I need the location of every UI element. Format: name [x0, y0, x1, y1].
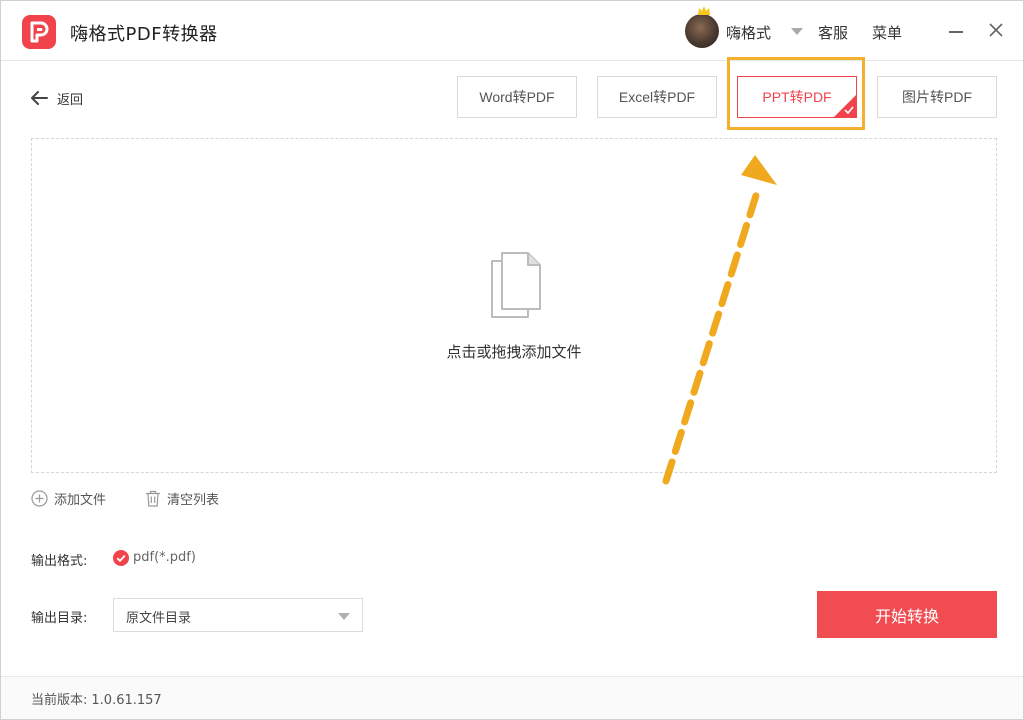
clear-list-label: 清空列表 [167, 492, 220, 508]
drop-hint: 点击或拖拽添加文件 [446, 343, 582, 361]
tab-excel-to-pdf[interactable]: Excel转PDF [597, 76, 717, 118]
chevron-down-icon[interactable] [791, 28, 803, 35]
customer-service-button[interactable]: 客服 [818, 22, 848, 43]
add-file-label: 添加文件 [54, 492, 107, 508]
output-dir-select[interactable]: 原文件目录 [113, 598, 363, 632]
check-circle-icon [113, 550, 129, 566]
back-label: 返回 [57, 92, 84, 108]
app-logo-icon [22, 15, 56, 49]
output-dir-label: 输出目录: [31, 611, 88, 626]
minimize-icon[interactable] [949, 21, 965, 41]
version-info: 当前版本: 1.0.61.157 [31, 689, 162, 708]
back-button[interactable]: 返回 [29, 87, 83, 109]
crown-icon [698, 6, 710, 15]
output-format-label: 输出格式: [31, 554, 88, 569]
version-value: 1.0.61.157 [91, 693, 162, 708]
tab-image-to-pdf[interactable]: 图片转PDF [877, 76, 997, 118]
file-copy-icon [491, 252, 541, 318]
trash-icon [146, 490, 160, 507]
tab-highlight-annotation [727, 57, 865, 130]
username[interactable]: 嗨格式 [726, 22, 771, 43]
menu-button[interactable]: 菜单 [872, 22, 902, 43]
output-dir-value: 原文件目录 [126, 611, 192, 626]
title-bar: 嗨格式PDF转换器 嗨格式 客服 菜单 [1, 1, 1023, 61]
footer: 当前版本: 1.0.61.157 [1, 676, 1023, 719]
start-convert-button[interactable]: 开始转换 [817, 591, 997, 638]
clear-list-button[interactable]: 清空列表 [145, 488, 219, 508]
chevron-down-icon [338, 613, 350, 620]
output-format-value: pdf(*.pdf) [133, 550, 196, 565]
app-title: 嗨格式PDF转换器 [70, 24, 218, 45]
file-drop-zone[interactable]: 点击或拖拽添加文件 [31, 138, 997, 473]
tab-word-to-pdf[interactable]: Word转PDF [457, 76, 577, 118]
plus-circle-icon [31, 489, 48, 507]
arrow-left-icon [31, 91, 48, 105]
app-window: 嗨格式PDF转换器 嗨格式 客服 菜单 返回 Word转PDF Excel转PD… [0, 0, 1024, 720]
version-label: 当前版本: [31, 693, 88, 708]
add-file-button[interactable]: 添加文件 [31, 488, 106, 508]
avatar[interactable] [685, 6, 719, 48]
close-icon[interactable] [987, 21, 1005, 39]
